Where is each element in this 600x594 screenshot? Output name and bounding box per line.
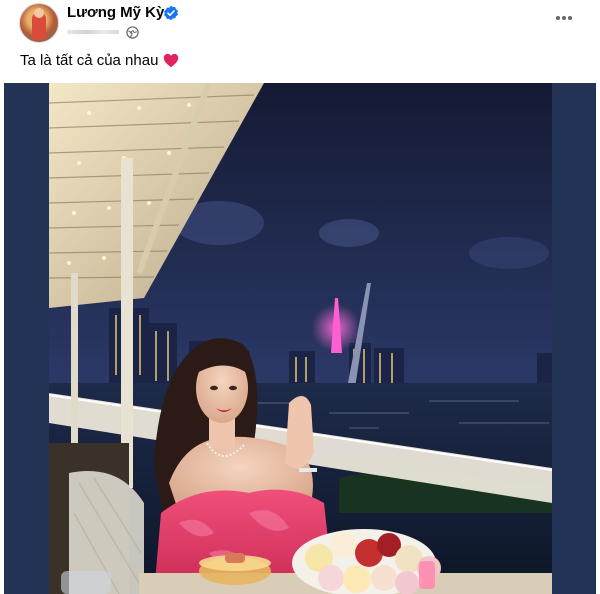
author-name[interactable]: Lương Mỹ Kỳ: [67, 4, 164, 21]
post-meta: [67, 25, 147, 39]
verified-badge-icon: [164, 5, 178, 21]
more-options-button[interactable]: [550, 8, 578, 28]
post-photo-frame: [0, 83, 600, 594]
frame-edge-right: [596, 83, 600, 594]
caption-text: Ta là tất cả của nhau: [20, 52, 159, 69]
more-options-icon: [556, 16, 572, 20]
frame-edge-left: [0, 83, 4, 594]
globe-icon[interactable]: [126, 26, 139, 39]
post-photo[interactable]: [49, 83, 552, 594]
heart-icon: [164, 53, 179, 68]
post-timestamp[interactable]: [67, 30, 119, 34]
avatar-head: [34, 8, 44, 18]
author-avatar[interactable]: [19, 3, 59, 43]
post-caption: Ta là tất cả của nhau: [20, 52, 179, 69]
